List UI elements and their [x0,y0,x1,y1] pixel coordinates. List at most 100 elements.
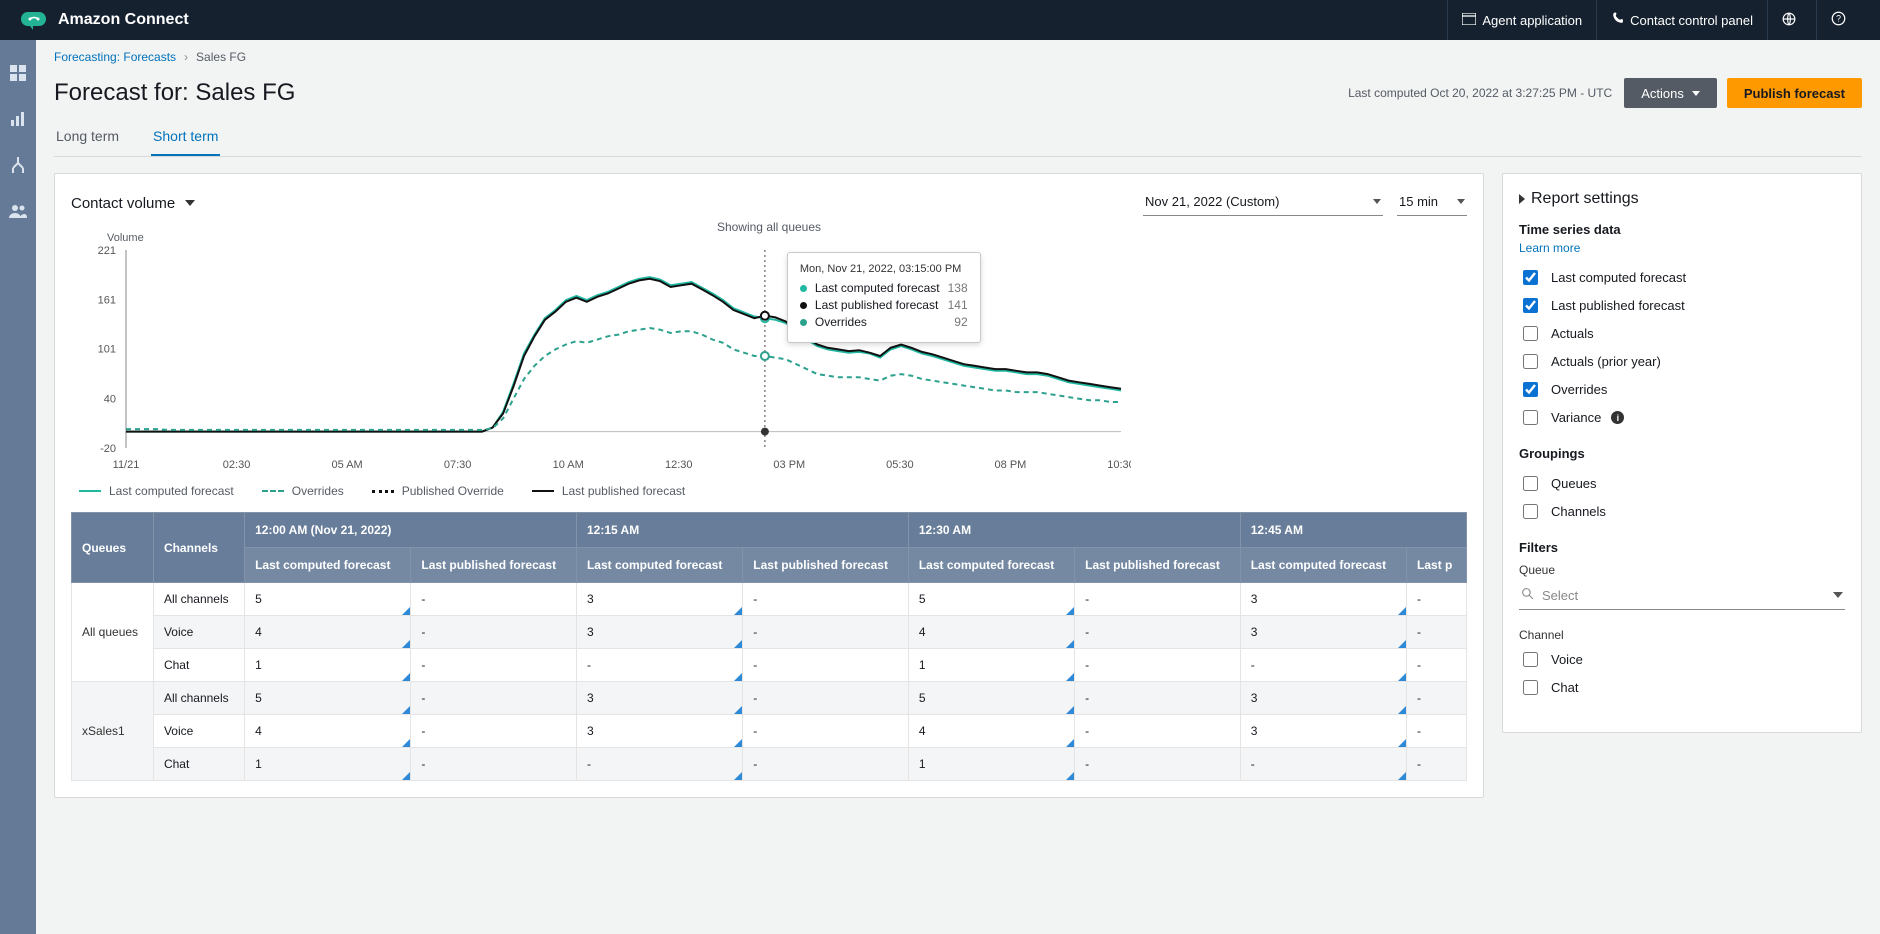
svg-text:101: 101 [98,344,116,356]
caret-down-icon [1833,592,1843,598]
svg-text:40: 40 [104,394,116,406]
grouping-option-checkbox[interactable] [1523,476,1538,491]
svg-text:05 AM: 05 AM [332,459,363,471]
queue-filter-label: Queue [1519,563,1845,577]
channel-option-checkbox[interactable] [1523,680,1538,695]
time-series-option-label: Actuals [1551,326,1594,341]
svg-text:?: ? [1836,14,1841,24]
channel-option-label: Voice [1551,652,1583,667]
report-settings-panel: Report settings Time series data Learn m… [1502,173,1862,733]
time-series-option-label: Variance [1551,410,1601,425]
product-name: Amazon Connect [58,11,189,29]
time-series-option-label: Overrides [1551,382,1607,397]
tab-short-term[interactable]: Short term [151,118,220,156]
svg-text:07:30: 07:30 [444,459,472,471]
time-series-option-row: Overrides [1519,379,1845,400]
grouping-option-row: Queues [1519,473,1845,494]
svg-text:11/21: 11/21 [113,459,140,471]
time-series-option-checkbox[interactable] [1523,326,1538,341]
time-series-head: Time series data [1519,222,1845,237]
channel-option-row: Chat [1519,677,1845,698]
window-icon [1462,13,1476,28]
svg-text:221: 221 [98,245,116,257]
time-series-option-label: Last computed forecast [1551,270,1686,285]
caret-down-icon [1692,91,1700,96]
nav-dashboard[interactable] [9,64,27,82]
queue-filter-select[interactable]: Select [1519,581,1845,610]
time-series-option-label: Actuals (prior year) [1551,354,1661,369]
chart-panel: Contact volume Nov 21, 2022 (Custom) 15 … [54,173,1484,798]
publish-forecast-button[interactable]: Publish forecast [1727,78,1862,108]
interval-select[interactable]: 15 min [1397,190,1467,216]
svg-text:02:30: 02:30 [223,459,251,471]
time-series-option-checkbox[interactable] [1523,382,1538,397]
nav-users[interactable] [9,202,27,220]
time-series-option-row: Actuals [1519,323,1845,344]
page-title: Forecast for: Sales FG [54,79,295,107]
metric-select[interactable]: Contact volume [71,195,195,212]
groupings-head: Groupings [1519,446,1845,461]
caret-down-icon [185,200,195,206]
time-series-option-checkbox[interactable] [1523,354,1538,369]
time-series-option-checkbox[interactable] [1523,270,1538,285]
info-icon[interactable]: i [1611,411,1624,424]
chart-tooltip: Mon, Nov 21, 2022, 03:15:00 PMLast compu… [787,252,981,343]
channel-option-checkbox[interactable] [1523,652,1538,667]
breadcrumb-parent[interactable]: Forecasting: Forecasts [54,50,176,64]
forecast-table-wrap: QueuesChannels12:00 AM (Nov 21, 2022)12:… [71,512,1467,781]
globe-menu[interactable] [1767,0,1816,40]
term-tabs: Long term Short term [54,118,1862,157]
time-series-option-checkbox[interactable] [1523,410,1538,425]
chevron-right-icon: › [184,50,188,64]
date-range-select[interactable]: Nov 21, 2022 (Custom) [1143,190,1383,216]
chart-legend: Last computed forecast Overrides Publish… [79,484,1467,498]
grouping-option-row: Channels [1519,501,1845,522]
nav-analytics[interactable] [9,110,27,128]
phone-icon [1611,12,1624,28]
time-series-option-label: Last published forecast [1551,298,1685,313]
chevron-right-icon [1519,194,1525,204]
agent-application-link[interactable]: Agent application [1447,0,1596,40]
globe-icon [1782,12,1796,29]
help-icon: ? [1831,11,1846,29]
nav-routing[interactable] [9,156,27,174]
svg-text:10 AM: 10 AM [553,459,584,471]
time-series-option-checkbox[interactable] [1523,298,1538,313]
channel-option-row: Voice [1519,649,1845,670]
report-settings-title[interactable]: Report settings [1519,190,1845,208]
last-computed-text: Last computed Oct 20, 2022 at 3:27:25 PM… [1348,86,1612,100]
grouping-option-label: Queues [1551,476,1597,491]
breadcrumb: Forecasting: Forecasts › Sales FG [54,50,1862,64]
channel-filter-label: Channel [1519,628,1845,642]
svg-text:08 PM: 08 PM [995,459,1027,471]
svg-text:05:30: 05:30 [886,459,914,471]
learn-more-link[interactable]: Learn more [1519,241,1845,255]
header: Amazon Connect Agent application Contact… [0,0,1880,40]
time-series-option-row: Last computed forecast [1519,267,1845,288]
tab-long-term[interactable]: Long term [54,118,121,156]
svg-text:-20: -20 [100,443,116,455]
svg-text:10:30: 10:30 [1107,459,1131,471]
showing-text: Showing all queues [71,220,1467,234]
channel-option-label: Chat [1551,680,1578,695]
forecast-table: QueuesChannels12:00 AM (Nov 21, 2022)12:… [71,512,1467,781]
connect-icon [20,8,48,32]
search-icon [1521,587,1534,603]
svg-text:12:30: 12:30 [665,459,693,471]
main-content: Forecasting: Forecasts › Sales FG Foreca… [36,40,1880,934]
grouping-option-label: Channels [1551,504,1606,519]
time-series-option-row: Variance i [1519,407,1845,428]
filters-head: Filters [1519,540,1845,555]
contact-control-panel-link[interactable]: Contact control panel [1596,0,1767,40]
svg-text:03 PM: 03 PM [773,459,805,471]
grouping-option-checkbox[interactable] [1523,504,1538,519]
time-series-option-row: Actuals (prior year) [1519,351,1845,372]
actions-button[interactable]: Actions [1624,78,1717,108]
y-axis-label: Volume [107,232,144,244]
help-button[interactable]: ? [1816,0,1860,40]
svg-text:161: 161 [98,294,116,306]
left-sidebar [0,40,36,934]
product-logo: Amazon Connect [20,8,189,32]
breadcrumb-current: Sales FG [196,50,246,64]
time-series-option-row: Last published forecast [1519,295,1845,316]
